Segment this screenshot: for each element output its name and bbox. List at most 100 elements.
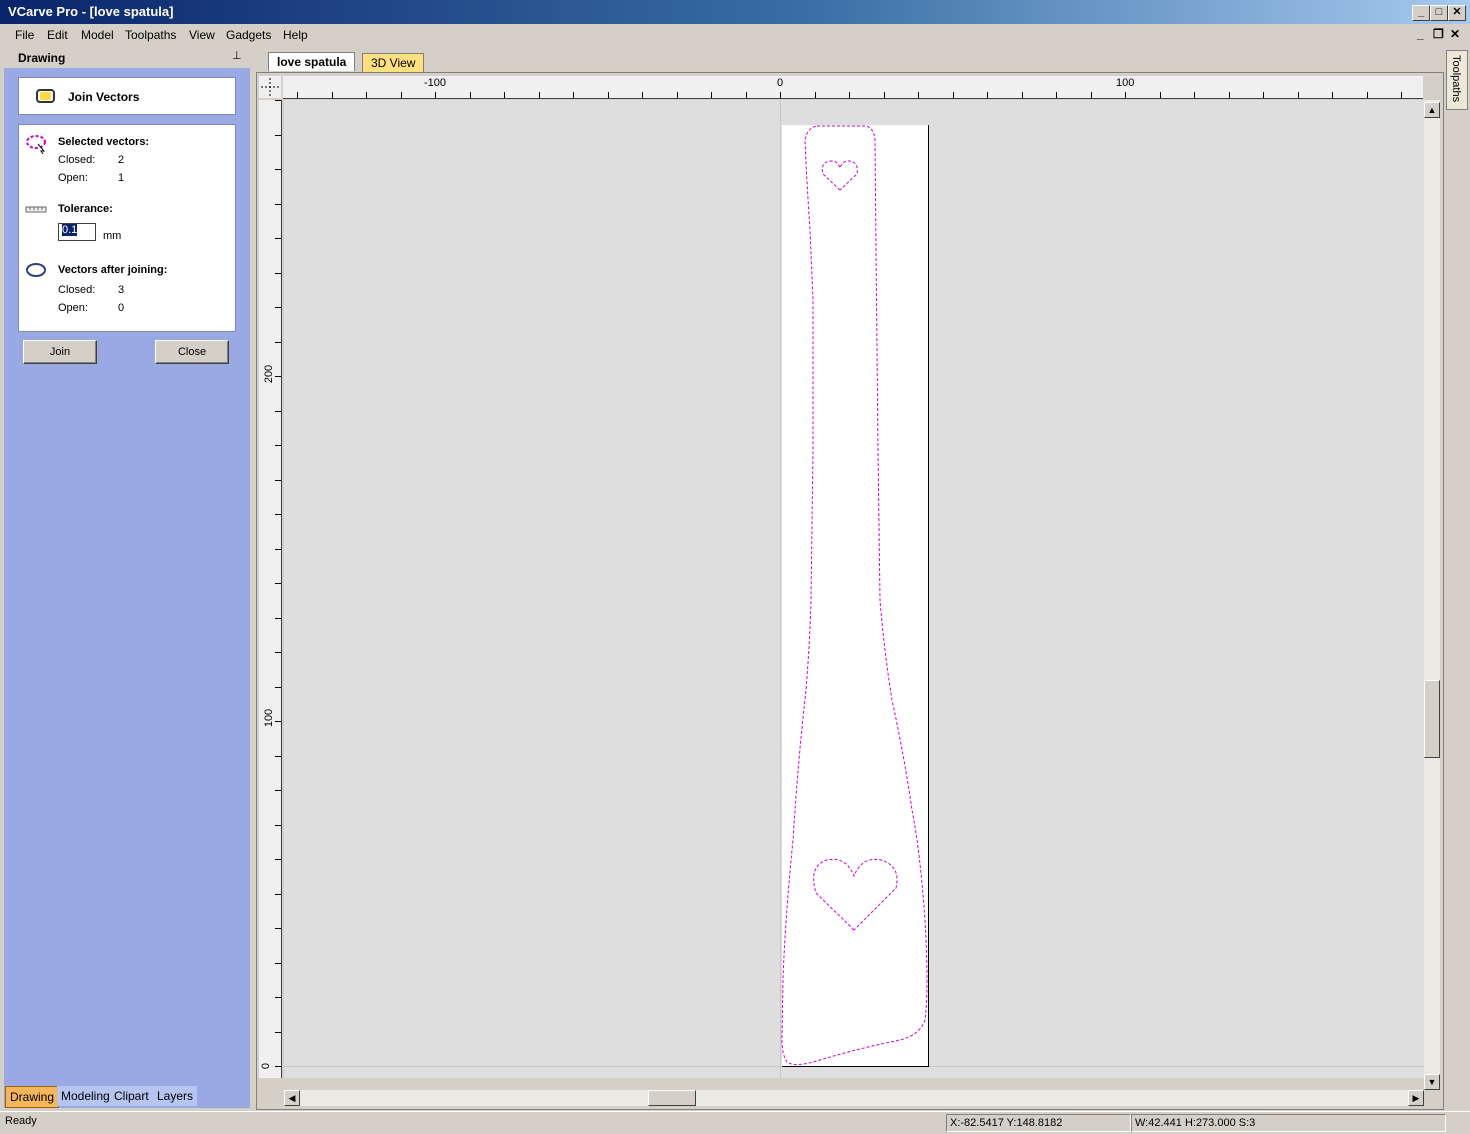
tolerance-input[interactable]: 0.1 bbox=[58, 223, 96, 241]
ruler-tick bbox=[780, 92, 781, 98]
tool-title-card: Join Vectors bbox=[18, 77, 236, 115]
ruler-tick bbox=[366, 92, 367, 98]
tab-love-spatula[interactable]: love spatula bbox=[268, 52, 356, 71]
ruler-tick bbox=[608, 92, 609, 98]
ruler-tick bbox=[275, 238, 281, 239]
ruler-icon bbox=[25, 206, 47, 213]
join-vectors-icon bbox=[36, 89, 55, 103]
ruler-tick bbox=[642, 92, 643, 98]
ruler-tick bbox=[275, 721, 281, 722]
ruler-label-200: 200 bbox=[263, 364, 276, 384]
ruler-tick bbox=[275, 825, 281, 826]
menu-file[interactable]: File bbox=[15, 28, 34, 42]
vertical-scrollbar[interactable]: ▲ ▼ bbox=[1424, 100, 1440, 1090]
ruler-label-100: 100 bbox=[1116, 77, 1135, 89]
join-vectors-form: Selected vectors: Closed: 2 Open: 1 Tole… bbox=[18, 124, 236, 332]
ruler-tick bbox=[746, 92, 747, 98]
ruler-tick bbox=[275, 273, 281, 274]
menu-edit[interactable]: Edit bbox=[47, 28, 68, 42]
panel-header: Drawing ⊥ bbox=[4, 46, 250, 68]
ruler-tick bbox=[1298, 92, 1299, 98]
selected-vectors-icon bbox=[26, 135, 46, 154]
after-open-label: Open: bbox=[58, 302, 88, 314]
selected-closed-label: Closed: bbox=[58, 154, 96, 166]
join-button[interactable]: Join bbox=[23, 340, 97, 364]
ruler-tick bbox=[275, 618, 281, 619]
ruler-tick bbox=[987, 92, 988, 98]
scroll-left-icon[interactable]: ◀ bbox=[284, 1090, 300, 1106]
ruler-tick bbox=[1229, 92, 1230, 98]
ruler-tick bbox=[275, 997, 281, 998]
menu-bar: File Edit Model Toolpaths View Gadgets H… bbox=[0, 24, 1470, 46]
menu-gadgets[interactable]: Gadgets bbox=[226, 28, 271, 42]
scroll-down-icon[interactable]: ▼ bbox=[1424, 1074, 1440, 1090]
ruler-tick bbox=[275, 376, 281, 377]
scroll-up-icon[interactable]: ▲ bbox=[1424, 102, 1440, 118]
mdi-close-button[interactable]: ✕ bbox=[1450, 27, 1460, 41]
pin-icon[interactable]: ⊥ bbox=[232, 49, 242, 62]
scroll-right-icon[interactable]: ▶ bbox=[1408, 1090, 1424, 1106]
tab-3d-view[interactable]: 3D View bbox=[362, 53, 425, 72]
menu-view[interactable]: View bbox=[189, 28, 215, 42]
drawing-panel: Drawing ⊥ Join Vectors Selected vectors:… bbox=[4, 46, 250, 1108]
ruler-tick bbox=[332, 92, 333, 98]
ruler-tick bbox=[470, 92, 471, 98]
toolpaths-tab-label: Toolpaths bbox=[1450, 55, 1462, 103]
ruler-origin-icon[interactable] bbox=[259, 76, 281, 98]
ruler-tick bbox=[435, 92, 436, 98]
toolpaths-side-tab[interactable]: Toolpaths bbox=[1446, 50, 1468, 110]
ruler-tick bbox=[275, 480, 281, 481]
ruler-tick bbox=[849, 92, 850, 98]
minimize-button[interactable]: _ bbox=[1412, 5, 1430, 21]
ruler-tick bbox=[275, 859, 281, 860]
tab-modeling[interactable]: Modeling bbox=[57, 1086, 114, 1106]
ruler-tick bbox=[275, 1032, 281, 1033]
ruler-tick bbox=[401, 92, 402, 98]
selected-open-value: 1 bbox=[118, 172, 125, 184]
horizontal-scroll-thumb[interactable] bbox=[648, 1090, 696, 1106]
ruler-tick bbox=[275, 963, 281, 964]
ruler-tick bbox=[1194, 92, 1195, 98]
tab-clipart[interactable]: Clipart bbox=[110, 1086, 153, 1106]
menu-toolpaths[interactable]: Toolpaths bbox=[125, 28, 176, 42]
ruler-tick bbox=[539, 92, 540, 98]
ruler-tick bbox=[275, 549, 281, 550]
mdi-minimize-button[interactable]: _ bbox=[1417, 27, 1424, 41]
ruler-tick bbox=[275, 100, 281, 101]
ruler-tick bbox=[297, 92, 298, 98]
after-closed-label: Closed: bbox=[58, 284, 96, 296]
tab-layers[interactable]: Layers bbox=[153, 1086, 198, 1106]
ruler-tick bbox=[953, 92, 954, 98]
menu-help[interactable]: Help bbox=[283, 28, 308, 42]
ruler-tick bbox=[275, 894, 281, 895]
ruler-tick bbox=[275, 169, 281, 170]
ruler-tick bbox=[275, 1066, 281, 1067]
ruler-tick bbox=[275, 583, 281, 584]
vertical-scroll-thumb[interactable] bbox=[1424, 680, 1440, 758]
ruler-tick bbox=[275, 928, 281, 929]
ruler-tick bbox=[1160, 92, 1161, 98]
ruler-tick bbox=[1332, 92, 1333, 98]
mdi-restore-button[interactable]: ❐ bbox=[1433, 27, 1444, 41]
tool-title: Join Vectors bbox=[68, 90, 140, 104]
ruler-tick bbox=[573, 92, 574, 98]
tolerance-value: 0.1 bbox=[62, 224, 78, 236]
menu-model[interactable]: Model bbox=[81, 28, 114, 42]
ruler-tick bbox=[1401, 92, 1402, 98]
ruler-tick bbox=[275, 756, 281, 757]
title-bar: VCarve Pro - [love spatula] _ □ ✕ bbox=[0, 0, 1470, 24]
horizontal-scrollbar[interactable]: ◀ ▶ bbox=[284, 1090, 1424, 1106]
tab-drawing[interactable]: Drawing bbox=[5, 1086, 60, 1108]
origin-guide bbox=[780, 100, 781, 1078]
ruler-tick bbox=[275, 411, 281, 412]
window-title: VCarve Pro - [love spatula] bbox=[8, 4, 174, 19]
maximize-button[interactable]: □ bbox=[1430, 5, 1448, 21]
panel-title: Drawing bbox=[18, 51, 66, 65]
ruler-tick bbox=[1056, 92, 1057, 98]
ruler-tick bbox=[275, 342, 281, 343]
ruler-tick bbox=[275, 790, 281, 791]
close-window-button[interactable]: ✕ bbox=[1448, 5, 1466, 21]
status-coordinates: X:-82.5417 Y:148.8182 bbox=[946, 1114, 1131, 1132]
selected-closed-value: 2 bbox=[118, 154, 125, 166]
close-button[interactable]: Close bbox=[155, 340, 229, 364]
